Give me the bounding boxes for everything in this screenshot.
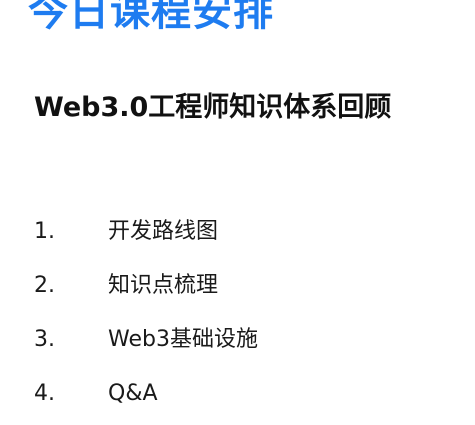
slide-subtitle: Web3.0工程师知识体系回顾 xyxy=(34,92,392,123)
agenda-item-label: 开发路线图 xyxy=(108,219,219,244)
agenda-item-label: Web3基础设施 xyxy=(108,327,258,352)
page-title: 今日课程安排 xyxy=(28,0,274,35)
agenda-item-label: Q&A xyxy=(108,381,158,406)
agenda-item-number: 4. xyxy=(34,381,55,406)
slide: 今日课程安排 Web3.0工程师知识体系回顾 1. 开发路线图 2. 知识点梳理… xyxy=(0,0,475,425)
agenda-item: 3. Web3基础设施 xyxy=(34,313,258,367)
agenda-item-label: 知识点梳理 xyxy=(108,273,219,298)
agenda-item-number: 2. xyxy=(34,273,55,298)
agenda-item-number: 3. xyxy=(34,327,55,352)
agenda-item-number: 1. xyxy=(34,219,55,244)
agenda-item: 4. Q&A xyxy=(34,367,258,421)
agenda-item: 2. 知识点梳理 xyxy=(34,259,258,313)
agenda-list: 1. 开发路线图 2. 知识点梳理 3. Web3基础设施 4. Q&A xyxy=(34,205,258,421)
agenda-item: 1. 开发路线图 xyxy=(34,205,258,259)
